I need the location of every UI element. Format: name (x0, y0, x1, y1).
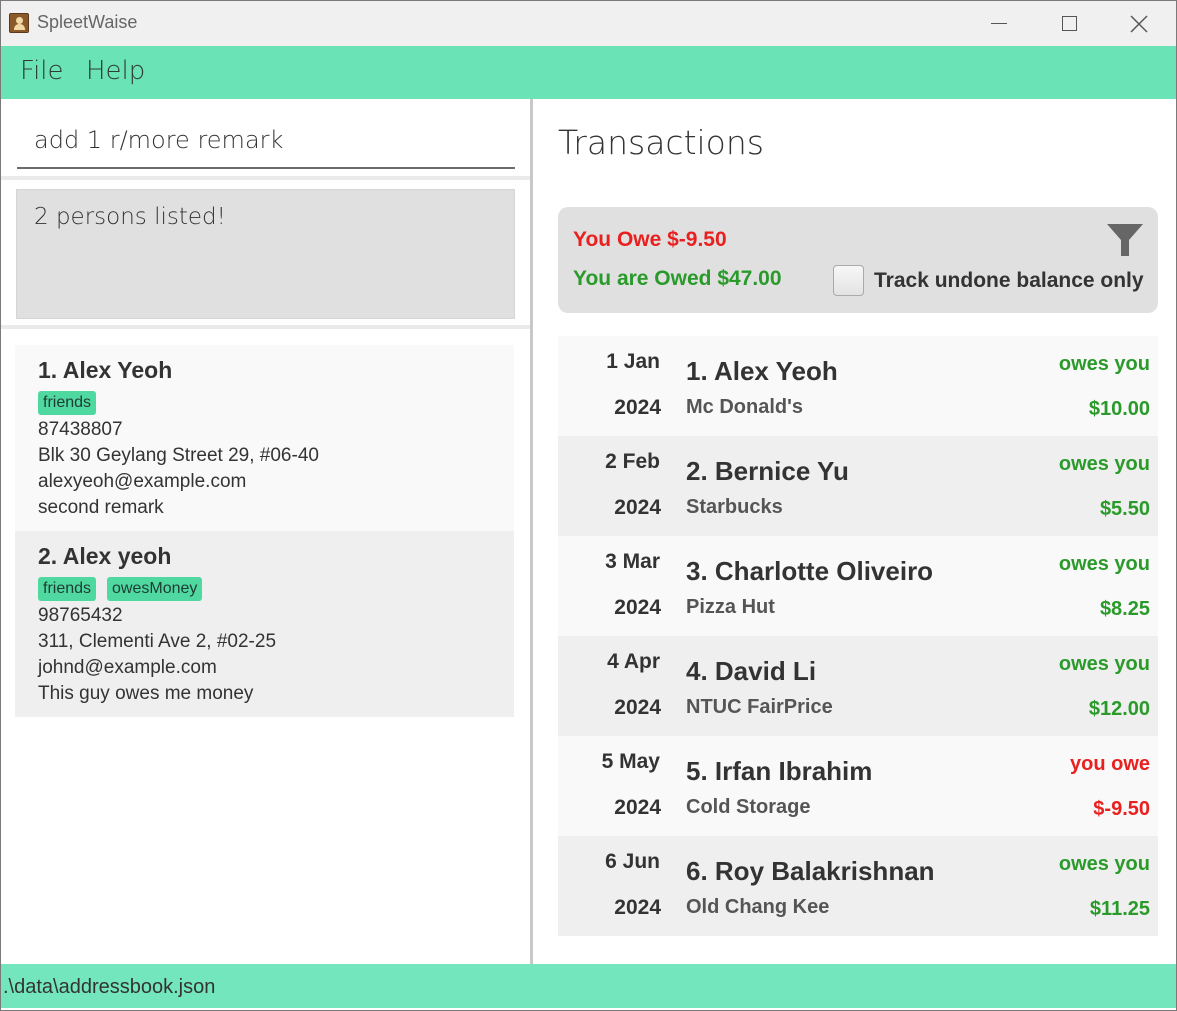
tx-date-year: 2024 (614, 696, 661, 719)
maximize-button[interactable] (1034, 1, 1104, 46)
tx-amount: $5.50 (1099, 498, 1150, 520)
person-email: johnd@example.com (38, 657, 217, 678)
tx-date-day: 4 Apr (607, 650, 660, 673)
tx-amount: $8.25 (1099, 598, 1150, 620)
transactions-title: Transactions (558, 123, 764, 162)
tx-date-year: 2024 (614, 596, 661, 619)
minimize-button[interactable] (964, 1, 1034, 46)
transaction-row[interactable]: 3 Mar 2024 3. Charlotte Oliveiro Pizza H… (558, 536, 1158, 636)
person-remark: second remark (38, 497, 164, 518)
tag-badge: friends (38, 391, 97, 415)
tx-description: Pizza Hut (686, 596, 775, 618)
person-address: Blk 30 Geylang Street 29, #06-40 (38, 445, 319, 466)
tx-date-day: 5 May (601, 750, 660, 773)
filter-icon[interactable] (1106, 221, 1144, 259)
person-address: 311, Clementi Ave 2, #02-25 (38, 631, 277, 652)
tx-date-day: 1 Jan (606, 350, 660, 373)
tx-description: Cold Storage (686, 796, 811, 818)
tx-date-year: 2024 (614, 796, 661, 819)
tx-description: Mc Donald's (686, 396, 803, 418)
close-button[interactable] (1104, 1, 1174, 46)
tx-description: NTUC FairPrice (686, 696, 833, 718)
tx-description: Old Chang Kee (686, 896, 830, 918)
divider (1, 176, 530, 180)
data-file-path: .\data\addressbook.json (3, 976, 216, 998)
tx-amount: $-9.50 (1093, 798, 1150, 820)
tx-status: owes you (1058, 453, 1150, 475)
tag-badge: friends (38, 577, 97, 601)
left-pane: add 1 r/more remark 2 persons listed! 1.… (1, 99, 530, 964)
transaction-row[interactable]: 4 Apr 2024 4. David Li NTUC FairPrice ow… (558, 636, 1158, 736)
tx-status: owes you (1058, 853, 1150, 875)
tx-amount: $12.00 (1088, 698, 1150, 720)
maximize-icon (1061, 16, 1077, 31)
tx-person-name: 3. Charlotte Oliveiro (686, 556, 934, 586)
tx-status: owes you (1058, 653, 1150, 675)
transaction-row[interactable]: 5 May 2024 5. Irfan Ibrahim Cold Storage… (558, 736, 1158, 836)
track-undone-checkbox[interactable] (833, 265, 864, 296)
tx-status: owes you (1058, 553, 1150, 575)
tx-status: owes you (1058, 353, 1150, 375)
tx-person-name: 1. Alex Yeoh (686, 356, 838, 386)
you-owe-text: You Owe $-9.50 (573, 228, 727, 251)
window-title: SpleetWaise (37, 12, 138, 32)
menu-bar: File Help (1, 46, 1176, 99)
status-bar: .\data\addressbook.json (1, 964, 1176, 1008)
menu-help[interactable]: Help (86, 56, 145, 86)
tx-person-name: 5. Irfan Ibrahim (686, 756, 873, 786)
tx-date-day: 2 Feb (605, 450, 660, 473)
transaction-row[interactable]: 6 Jun 2024 6. Roy Balakrishnan Old Chang… (558, 836, 1158, 936)
transaction-row[interactable]: 2 Feb 2024 2. Bernice Yu Starbucks owes … (558, 436, 1158, 536)
you-are-owed-text: You are Owed $47.00 (573, 267, 782, 290)
tag-badge: owesMoney (107, 577, 203, 601)
tx-amount: $11.25 (1089, 898, 1150, 920)
tx-date-day: 6 Jun (605, 850, 660, 873)
person-remark: This guy owes me money (38, 683, 254, 704)
tx-date-year: 2024 (614, 896, 661, 919)
right-pane: Transactions You Owe $-9.50 You are Owed… (533, 99, 1176, 964)
tx-date-year: 2024 (614, 396, 661, 419)
person-name: 1. Alex Yeoh (38, 357, 173, 383)
balance-summary: You Owe $-9.50 You are Owed $47.00 Track… (558, 207, 1158, 313)
tx-amount: $10.00 (1088, 398, 1150, 420)
transaction-row[interactable]: 1 Jan 2024 1. Alex Yeoh Mc Donald's owes… (558, 336, 1158, 436)
menu-file[interactable]: File (20, 56, 64, 86)
person-phone: 98765432 (38, 605, 123, 626)
person-email: alexyeoh@example.com (38, 471, 247, 492)
tx-person-name: 6. Roy Balakrishnan (686, 856, 935, 886)
command-input[interactable]: add 1 r/more remark (17, 115, 515, 169)
divider (1, 325, 530, 329)
app-window: SpleetWaise File Help add 1 r/more remar… (0, 0, 1177, 1011)
tx-description: Starbucks (686, 496, 783, 518)
tx-date-day: 3 Mar (605, 550, 660, 573)
close-icon (1130, 14, 1148, 33)
tx-date-year: 2024 (614, 496, 661, 519)
tag-list: friends (38, 391, 491, 415)
tx-person-name: 4. David Li (686, 656, 817, 686)
minimize-icon (991, 23, 1007, 24)
tag-list: friends owesMoney (38, 577, 491, 601)
person-card[interactable]: 1. Alex Yeoh friends 87438807 Blk 30 Gey… (15, 345, 514, 531)
track-undone-label: Track undone balance only (874, 269, 1144, 292)
person-phone: 87438807 (38, 419, 123, 440)
person-card[interactable]: 2. Alex yeoh friends owesMoney 98765432 … (15, 531, 514, 717)
result-display: 2 persons listed! (16, 189, 515, 319)
title-bar: SpleetWaise (1, 1, 1176, 46)
tx-status: you owe (1069, 753, 1150, 775)
addressbook-icon (9, 13, 29, 33)
person-name: 2. Alex yeoh (38, 543, 172, 569)
tx-person-name: 2. Bernice Yu (686, 456, 849, 486)
